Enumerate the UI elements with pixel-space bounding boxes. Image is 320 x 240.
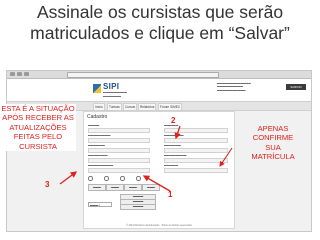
annotation-arrows <box>59 125 233 192</box>
arrow-3 <box>59 171 78 185</box>
arrow-2 <box>174 125 181 140</box>
arrow-1 <box>142 175 171 192</box>
arrow-right <box>219 147 233 167</box>
